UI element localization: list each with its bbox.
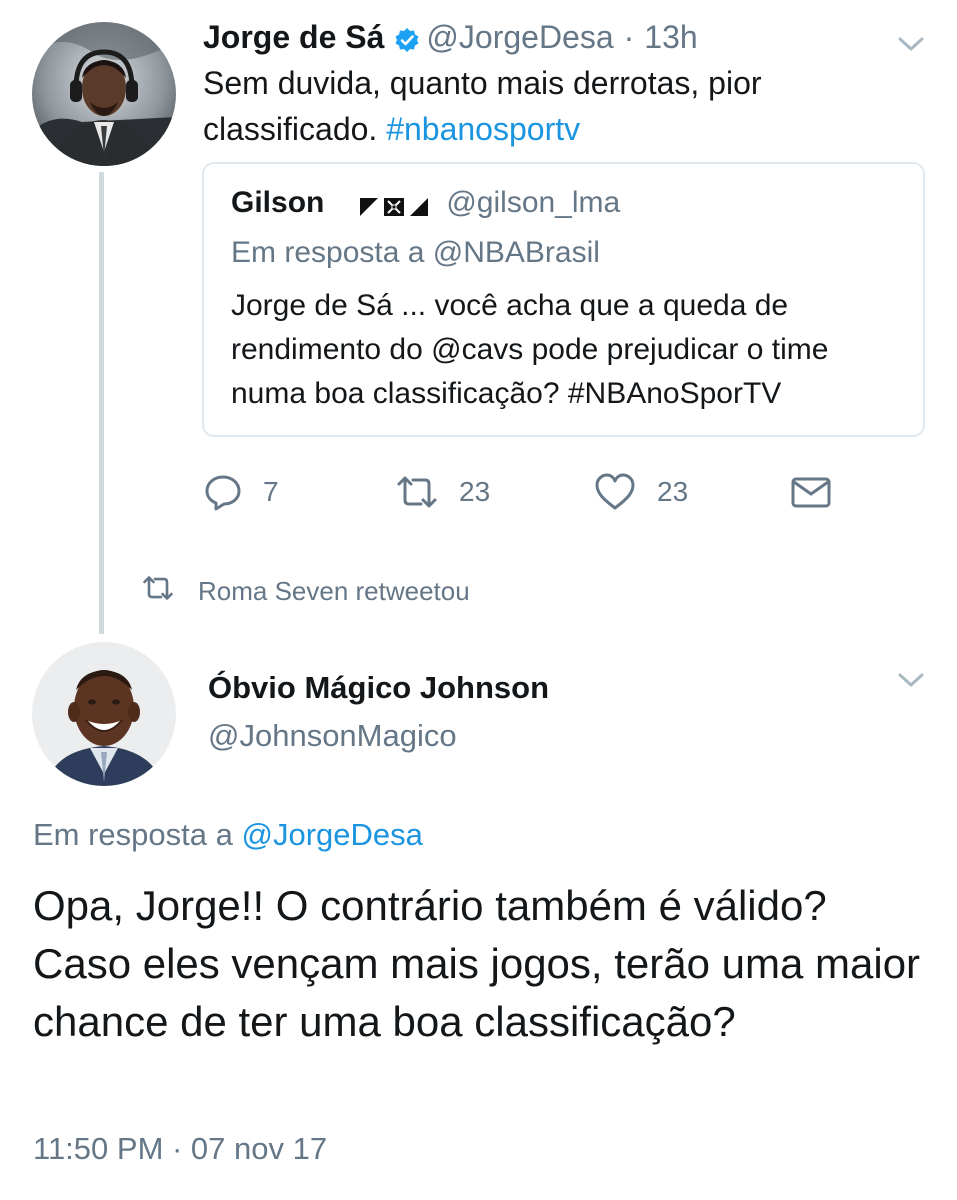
- reply-prefix: Em resposta a: [33, 817, 242, 852]
- quoted-author-handle: @gilson_lma: [446, 186, 621, 219]
- quoted-tweet-text: Jorge de Sá ... você acha que a queda de…: [231, 289, 829, 410]
- tweet-timestamp[interactable]: 11:50 PM · 07 nov 17: [33, 1131, 327, 1167]
- chevron-down-icon[interactable]: [896, 34, 926, 54]
- hashtag-link[interactable]: #nbanosportv: [386, 111, 580, 147]
- envelope-icon: [789, 472, 833, 512]
- like-button[interactable]: 23: [593, 470, 688, 514]
- direct-message-button[interactable]: [789, 470, 833, 514]
- tweet-text: Opa, Jorge!! O contrário também é válido…: [33, 882, 921, 1045]
- reply-context: Em resposta a @JorgeDesa: [33, 817, 423, 853]
- verified-badge-icon: [394, 24, 420, 52]
- tweet-actions-bar: 7 23 23: [203, 470, 843, 514]
- retweet-count: 23: [459, 476, 491, 507]
- quoted-reply-context: Em resposta a @NBABrasil: [231, 236, 600, 269]
- reply-icon: [203, 472, 243, 512]
- heart-icon: [593, 472, 637, 512]
- tweet-header: Jorge de Sá @JorgeDesa · 13h: [203, 14, 698, 60]
- quoted-tweet-header: Gilson @gilson_lma: [231, 186, 620, 220]
- separator-dot: ·: [623, 18, 635, 55]
- avatar-jorge[interactable]: [32, 22, 176, 166]
- vasco-flag-icon: [358, 192, 434, 216]
- reply-button[interactable]: 7: [203, 470, 279, 514]
- chevron-down-icon[interactable]: [896, 670, 926, 690]
- avatar-johnson[interactable]: [32, 642, 176, 786]
- retweeted-by-notice[interactable]: Roma Seven retweetou: [140, 573, 470, 610]
- quoted-author-name: Gilson: [231, 186, 325, 219]
- retweet-button[interactable]: 23: [395, 470, 490, 514]
- retweet-icon: [140, 573, 176, 610]
- reply-count: 7: [263, 476, 279, 507]
- tweet-text: Sem duvida, quanto mais derrotas, pior c…: [203, 60, 893, 152]
- tweet-time[interactable]: 13h: [644, 19, 697, 56]
- author-handle[interactable]: @JohnsonMagico: [208, 718, 457, 754]
- reply-handle-link[interactable]: @JorgeDesa: [241, 817, 422, 852]
- author-handle[interactable]: @JorgeDesa: [426, 19, 613, 56]
- thread-connector-line: [99, 172, 104, 634]
- author-name[interactable]: Jorge de Sá: [203, 19, 384, 56]
- quoted-tweet-card[interactable]: Gilson @gilson_lma Em resposta a @NBABra…: [202, 162, 925, 437]
- author-name[interactable]: Óbvio Mágico Johnson: [208, 670, 549, 706]
- like-count: 23: [657, 476, 689, 507]
- retweeted-by-text: Roma Seven retweetou: [198, 576, 470, 606]
- retweet-icon: [395, 472, 439, 512]
